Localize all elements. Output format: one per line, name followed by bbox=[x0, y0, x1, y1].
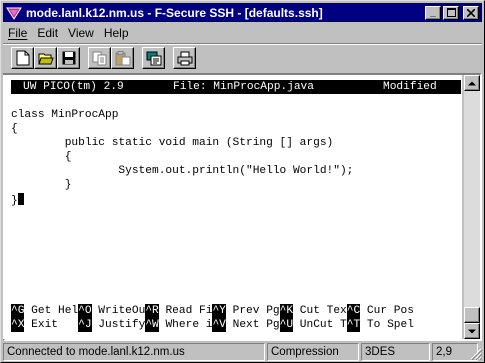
menu-edit-label: Edit bbox=[37, 26, 59, 40]
maximize-icon bbox=[446, 8, 456, 17]
maximize-button[interactable] bbox=[443, 5, 459, 20]
save-button[interactable] bbox=[57, 47, 80, 69]
menu-view-label: View bbox=[68, 26, 94, 40]
open-folder-icon bbox=[37, 53, 54, 65]
pico-modified-flag: Modified bbox=[383, 81, 437, 93]
shortcut-prev-page: ^Y Prev Pg bbox=[212, 304, 280, 318]
vertical-scrollbar[interactable] bbox=[464, 75, 480, 339]
code-line: class MinProcApp bbox=[11, 109, 119, 121]
shortcut-to-spell: ^T To Spel bbox=[346, 318, 414, 332]
scroll-down-button[interactable] bbox=[464, 323, 480, 339]
shortcut-justify: ^J Justify bbox=[78, 318, 145, 332]
menu-view[interactable]: View bbox=[63, 26, 99, 40]
shortcut-row-1: ^G Get Hel ^O WriteOu ^R Read Fi ^Y Prev… bbox=[11, 304, 414, 318]
menu-bar: File Edit View Help bbox=[3, 24, 134, 42]
menu-file[interactable]: File bbox=[3, 26, 32, 40]
status-cipher: 3DES bbox=[361, 343, 430, 361]
pico-file-name: File: MinProcApp.java bbox=[173, 81, 314, 93]
shortcut-key: ^U bbox=[279, 318, 294, 332]
paste-button[interactable] bbox=[111, 47, 134, 69]
shortcut-read-file: ^R Read Fi bbox=[145, 304, 212, 318]
fsecure-ssh-app-icon[interactable] bbox=[6, 4, 22, 21]
shortcut-label: Where i bbox=[158, 319, 213, 331]
terminal-screen[interactable]: UW PICO(tm) 2.9 File: MinProcApp.java Mo… bbox=[3, 75, 462, 339]
status-bar: Connected to mode.lanl.k12.nm.us Compres… bbox=[3, 343, 482, 361]
copy-icon bbox=[92, 51, 106, 65]
shortcut-key: ^V bbox=[212, 318, 226, 332]
menu-help[interactable]: Help bbox=[99, 26, 134, 40]
shortcut-key: ^O bbox=[78, 304, 92, 318]
shortcut-key: ^K bbox=[279, 304, 294, 318]
minimize-icon: _ bbox=[430, 6, 436, 18]
scroll-thumb[interactable] bbox=[464, 307, 480, 323]
text-cursor bbox=[17, 193, 24, 205]
shortcut-cur-pos: ^C Cur Pos bbox=[346, 304, 414, 318]
properties-button[interactable] bbox=[142, 47, 165, 69]
open-button[interactable] bbox=[34, 47, 57, 69]
copy-button[interactable] bbox=[88, 47, 111, 69]
shortcut-label: Justify bbox=[91, 319, 146, 331]
shortcut-key: ^J bbox=[78, 318, 92, 332]
shortcut-label: UnCut T bbox=[293, 319, 347, 331]
shortcut-uncut-text: ^U UnCut T bbox=[279, 318, 347, 332]
close-button[interactable] bbox=[463, 5, 479, 20]
shortcut-label: Exit bbox=[24, 319, 79, 331]
save-disk-icon bbox=[62, 51, 75, 65]
shortcut-label: Cur Pos bbox=[360, 305, 414, 317]
shortcut-get-help: ^G Get Hel bbox=[11, 304, 78, 318]
shortcut-key: ^C bbox=[346, 304, 361, 318]
shortcut-label: Prev Pg bbox=[225, 305, 280, 317]
menu-edit[interactable]: Edit bbox=[32, 26, 63, 40]
shortcut-next-page: ^V Next Pg bbox=[212, 318, 280, 332]
shortcut-label: Next Pg bbox=[225, 319, 280, 331]
shortcut-label: Read Fi bbox=[158, 305, 213, 317]
window-title: mode.lanl.k12.nm.us - F-Secure SSH - [de… bbox=[26, 5, 323, 20]
shortcut-key: ^Y bbox=[212, 304, 226, 318]
menu-file-label: File bbox=[8, 26, 28, 40]
shortcut-cut-text: ^K Cut Tex bbox=[279, 304, 347, 318]
status-connection: Connected to mode.lanl.k12.nm.us bbox=[3, 343, 265, 361]
print-icon bbox=[177, 51, 192, 65]
ssh-window: mode.lanl.k12.nm.us - F-Secure SSH - [de… bbox=[0, 0, 485, 363]
print-button[interactable] bbox=[173, 47, 196, 69]
scroll-up-button[interactable] bbox=[464, 75, 480, 91]
shortcut-label: WriteOu bbox=[91, 305, 146, 317]
shortcut-exit: ^X Exit bbox=[11, 318, 78, 332]
new-button[interactable] bbox=[11, 47, 34, 69]
code-line-last: } bbox=[11, 193, 24, 207]
code-line: } bbox=[11, 179, 72, 191]
shortcut-label: Get Hel bbox=[24, 305, 79, 317]
code-line: System.out.println("Hello World!"); bbox=[11, 165, 354, 177]
pico-app-name: UW PICO(tm) 2.9 bbox=[23, 81, 124, 93]
code-line: { bbox=[11, 123, 18, 135]
code-line: public static void main (String [] args) bbox=[11, 137, 334, 149]
down-arrow-icon bbox=[468, 329, 476, 333]
toolbar bbox=[3, 45, 196, 71]
code-text: } bbox=[11, 195, 18, 207]
shortcut-key: ^W bbox=[145, 318, 159, 332]
shortcut-key: ^R bbox=[145, 304, 159, 318]
shortcut-key: ^G bbox=[11, 304, 25, 318]
shortcut-label: Cut Tex bbox=[293, 305, 347, 317]
shortcut-write-out: ^O WriteOu bbox=[78, 304, 145, 318]
shortcut-where-is: ^W Where i bbox=[145, 318, 212, 332]
shortcut-row-2: ^X Exit ^J Justify ^W Where i ^V Next Pg… bbox=[11, 318, 414, 332]
title-bar[interactable]: mode.lanl.k12.nm.us - F-Secure SSH - [de… bbox=[3, 3, 482, 22]
menu-help-label: Help bbox=[103, 26, 129, 40]
paste-icon bbox=[115, 50, 130, 65]
properties-icon bbox=[146, 51, 161, 65]
minimize-button[interactable]: _ bbox=[425, 5, 441, 20]
code-line: { bbox=[11, 151, 72, 163]
new-document-icon bbox=[16, 50, 29, 66]
resize-grip-icon[interactable] bbox=[470, 348, 482, 360]
up-arrow-icon bbox=[468, 81, 476, 85]
pico-status-header: UW PICO(tm) 2.9 File: MinProcApp.java Mo… bbox=[11, 80, 461, 94]
shortcut-key: ^X bbox=[11, 318, 25, 332]
status-compression: Compression bbox=[267, 343, 359, 361]
close-icon bbox=[467, 8, 475, 17]
shortcut-label: To Spel bbox=[360, 319, 414, 331]
shortcut-key: ^T bbox=[346, 318, 361, 332]
